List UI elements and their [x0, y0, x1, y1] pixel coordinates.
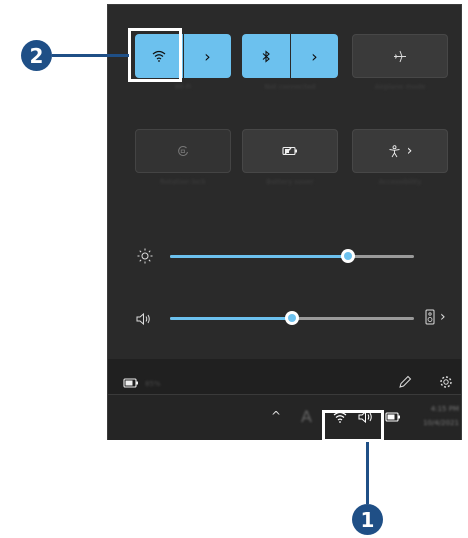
audio-output-chevron: › — [440, 309, 446, 325]
accessibility-tile[interactable]: › — [352, 129, 448, 173]
wifi-tile-highlight — [128, 28, 182, 82]
battery-saver-caption: Battery saver — [266, 178, 314, 186]
callout-2: 2 — [21, 40, 52, 71]
bluetooth-tile[interactable]: › — [242, 34, 338, 78]
accessibility-chevron: › — [406, 143, 413, 159]
clock-time: 4:15 PM — [430, 405, 459, 413]
battery-percentage: 85% — [145, 380, 161, 388]
rotation-lock-icon — [178, 145, 188, 156]
edit-icon[interactable] — [398, 375, 412, 389]
audio-device-icon — [425, 309, 435, 325]
airplane-mode-tile[interactable] — [352, 34, 448, 78]
brightness-slider-fill — [170, 255, 349, 258]
callout-1: 1 — [352, 504, 383, 535]
callout-1-connector — [366, 442, 369, 504]
rotation-caption: Rotation lock — [160, 178, 206, 186]
callout-2-connector — [52, 54, 129, 57]
bluetooth-caption: Not connected — [264, 83, 316, 91]
show-hidden-icons-chevron[interactable]: ^ — [271, 409, 281, 423]
battery-saver-tile[interactable] — [242, 129, 338, 173]
brightness-slider-thumb[interactable] — [341, 249, 356, 263]
battery-icon — [385, 412, 400, 422]
volume-slider-fill — [170, 317, 292, 320]
audio-output-button[interactable]: › — [425, 309, 446, 325]
bluetooth-toggle[interactable] — [242, 34, 290, 78]
bluetooth-expand-button[interactable]: › — [291, 34, 338, 78]
sun-icon — [137, 248, 153, 264]
bluetooth-icon — [262, 49, 270, 63]
airplane-caption: Airplane mode — [374, 83, 426, 91]
system-tray-highlight — [322, 410, 384, 442]
volume-slider-thumb[interactable] — [285, 311, 299, 325]
battery-icon — [123, 378, 138, 388]
taskbar: ^ A 4:15 PM 10/4/2021 — [108, 394, 461, 440]
settings-gear-icon[interactable] — [439, 375, 453, 389]
accessibility-icon — [389, 144, 400, 157]
wifi-expand-button[interactable]: › — [184, 34, 231, 78]
battery-saver-icon — [282, 146, 297, 156]
accessibility-caption: Accessibility — [378, 178, 422, 186]
wifi-caption: Wi-Fi — [174, 83, 192, 91]
clock[interactable]: 4:15 PM 10/4/2021 — [413, 405, 459, 427]
clock-date: 10/4/2021 — [423, 419, 459, 427]
rotation-lock-tile[interactable] — [135, 129, 231, 173]
speaker-icon — [136, 312, 150, 326]
airplane-icon — [394, 50, 406, 62]
